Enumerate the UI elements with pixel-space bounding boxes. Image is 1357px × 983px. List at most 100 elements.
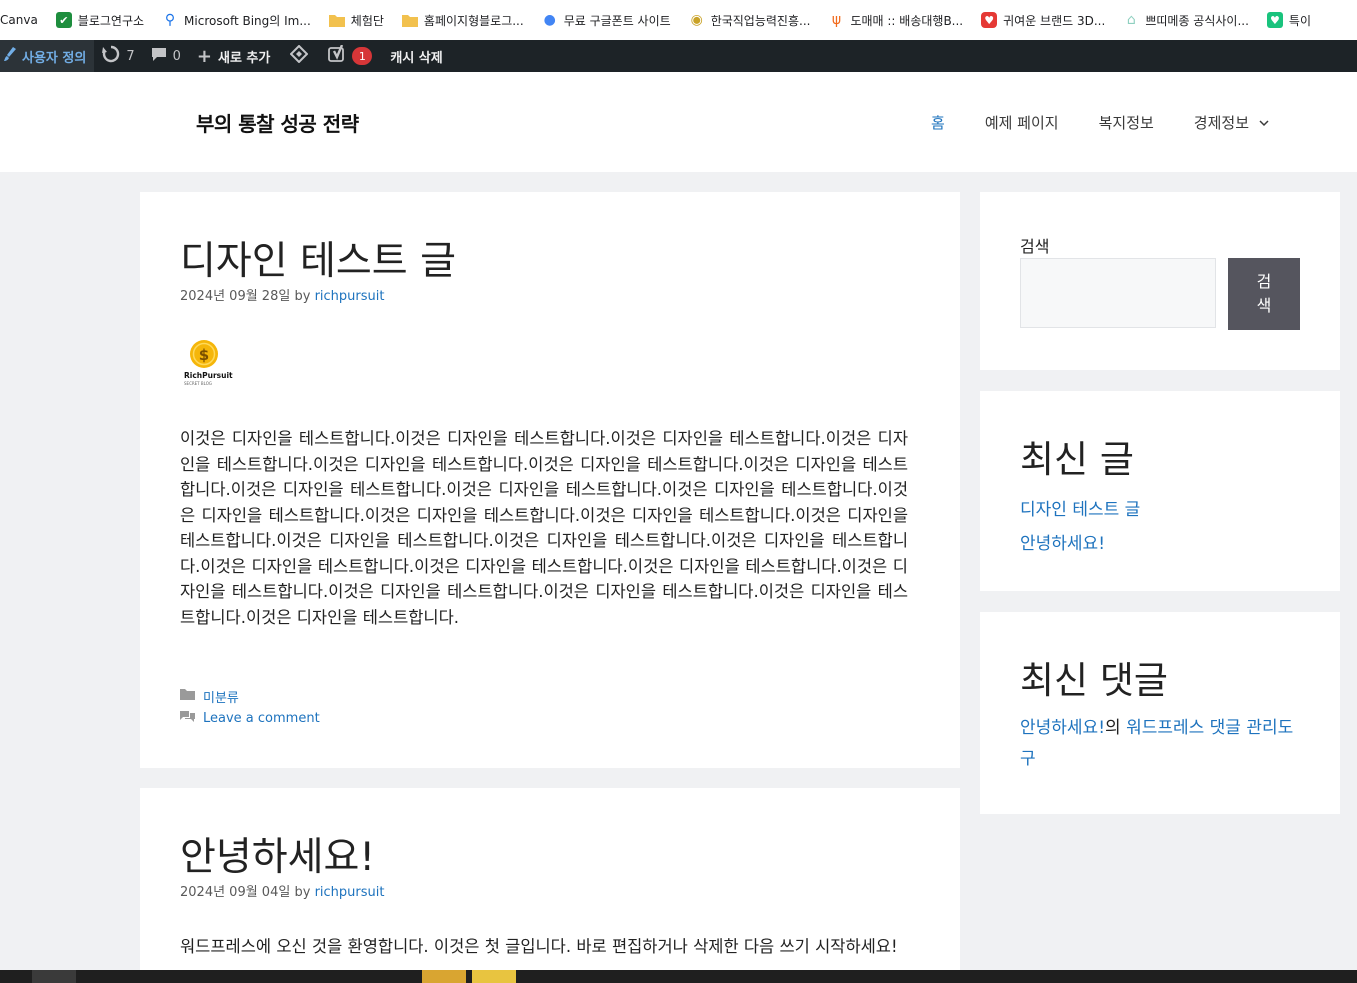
post-body: 이것은 디자인을 테스트합니다.이것은 디자인을 테스트합니다.이것은 디자인을… (180, 429, 908, 627)
bookmark-label: 귀여운 브랜드 3D... (1003, 13, 1106, 28)
bookmark-label: Canva (0, 13, 38, 27)
bookmark-label: 무료 구글폰트 사이트 (563, 13, 671, 28)
nav-item-welfare[interactable]: 복지정보 (1079, 112, 1174, 133)
plus-icon: + (196, 45, 212, 67)
main-navigation: 홈 예제 페이지 복지정보 경제정보 (911, 72, 1289, 172)
recent-post-link[interactable]: 안녕하세요! (1020, 529, 1105, 554)
bookmark-item[interactable]: 홈페이지형블로그... (394, 6, 534, 34)
post-title[interactable]: 디자인 테스트 글 (180, 230, 456, 286)
bookmark-item[interactable]: ♥ 특이 (1259, 6, 1321, 34)
updates-button[interactable]: 7 (94, 40, 142, 72)
bookmarks-bar: Canva ✔ 블로그연구소 ⚲ Microsoft Bing의 Im... 체험단 홈페이… (0, 0, 1357, 41)
post-title[interactable]: 안녕하세요! (180, 826, 375, 882)
taskbar-item[interactable] (422, 970, 466, 983)
comment-bubble-icon (151, 47, 167, 66)
post-card: 디자인 테스트 글 2024년 09월 28일 by richpursuit $… (140, 192, 960, 768)
comment-separator: 의 (1105, 718, 1121, 738)
nav-item-economy[interactable]: 경제정보 (1174, 112, 1289, 133)
bookmark-label: 체험단 (350, 13, 384, 28)
bookmark-label: 홈페이지형블로그... (423, 13, 524, 28)
post-author-link[interactable]: richpursuit (315, 885, 385, 900)
yoast-icon (328, 44, 346, 67)
search-button-label: 검색 (1256, 272, 1272, 315)
logo-subtext: SECRET BLOG (184, 381, 212, 386)
updates-count: 7 (126, 48, 135, 64)
folder-icon (180, 688, 195, 704)
recent-posts-widget: 최신 글 디자인 테스트 글 안녕하세요! (980, 391, 1340, 591)
nav-item-sample-page[interactable]: 예제 페이지 (965, 112, 1079, 133)
post-body: 워드프레스에 오신 것을 환영합니다. 이것은 첫 글입니다. 바로 편집하거나… (180, 937, 898, 956)
check-icon: ✔ (55, 12, 72, 28)
post-footer: 미분류 Leave a comment (180, 685, 320, 729)
comment-post-link[interactable]: 안녕하세요! (1020, 718, 1105, 738)
customize-button[interactable]: 사용자 정의 (0, 40, 95, 72)
taskbar-item[interactable] (32, 970, 76, 983)
seal-icon: ◉ (690, 12, 703, 28)
post-date: 2024년 09월 28일 (180, 289, 291, 304)
taskbar-item[interactable] (472, 970, 516, 983)
bookmark-label: Microsoft Bing의 Im... (184, 13, 311, 28)
folder-icon (401, 12, 418, 28)
post-author-link[interactable]: richpursuit (315, 289, 385, 304)
post-meta: 2024년 09월 28일 by richpursuit (180, 285, 384, 304)
bookmark-item[interactable]: ♥ 귀여운 브랜드 3D... (973, 6, 1115, 34)
bookmark-item[interactable]: ψ 도매매 :: 배송대행B... (820, 6, 973, 34)
post-card: 안녕하세요! 2024년 09월 04일 by richpursuit 워드프레… (140, 788, 960, 970)
nav-item-home[interactable]: 홈 (911, 112, 965, 133)
new-content-label: 새로 추가 (217, 50, 271, 66)
site-title[interactable]: 부의 통찰 성공 전략 (196, 108, 359, 137)
google-icon: ● (543, 12, 556, 28)
category-link[interactable]: 미분류 (203, 687, 239, 706)
bookmark-item[interactable]: ✔ 블로그연구소 (48, 6, 154, 34)
comments-button[interactable]: 0 (143, 40, 189, 72)
diamond-icon (289, 44, 309, 67)
recent-post-link[interactable]: 디자인 테스트 글 (1020, 495, 1140, 520)
logo-text: RichPursuit (184, 371, 233, 380)
clear-cache-label: 캐시 삭제 (390, 50, 443, 66)
refresh-icon (102, 45, 120, 67)
search-icon: ⚲ (164, 12, 176, 28)
post-by: by (294, 289, 311, 304)
comments-count: 0 (172, 48, 181, 64)
bookmark-label: 블로그연구소 (77, 13, 145, 28)
bookmark-label: 특이 (1288, 13, 1312, 28)
bookmark-item[interactable]: ⚲ Microsoft Bing의 Im... (154, 6, 321, 34)
taskbar (0, 970, 1357, 983)
bookmark-item[interactable]: ◉ 한국직업능력진흥... (681, 6, 821, 34)
bookmark-label: 도매매 :: 배송대행B... (850, 13, 964, 28)
search-input[interactable] (1020, 258, 1216, 328)
clear-cache-button[interactable]: 캐시 삭제 (380, 40, 450, 72)
comments-icon (180, 710, 195, 726)
bookmark-item[interactable]: ⌂ 쁘띠메종 공식사이... (1115, 6, 1259, 34)
diamond-menu-button[interactable] (278, 40, 320, 72)
seo-notification-badge: 1 (352, 47, 373, 65)
folder-icon (328, 12, 345, 28)
heart-icon: ♥ (1266, 12, 1283, 28)
chevron-down-icon (1259, 113, 1269, 131)
bookmark-label: 쁘띠메종 공식사이... (1145, 13, 1249, 28)
fork-icon: ψ (831, 12, 842, 28)
svg-text:$: $ (199, 346, 209, 364)
post-date: 2024년 09월 04일 (180, 885, 291, 900)
post-by: by (294, 885, 311, 900)
post-comments: Leave a comment (180, 707, 320, 729)
leave-comment-link[interactable]: Leave a comment (203, 711, 320, 726)
heart-icon: ♥ (981, 12, 998, 28)
site-header: 부의 통찰 성공 전략 홈 예제 페이지 복지정보 경제정보 (0, 72, 1357, 172)
post-meta: 2024년 09월 04일 by richpursuit (180, 881, 384, 900)
bookmark-item[interactable]: Canva (0, 6, 48, 34)
bookmark-item[interactable]: ● 무료 구글폰트 사이트 (534, 6, 681, 34)
bookmark-item[interactable]: 체험단 (321, 6, 394, 34)
seo-menu-button[interactable]: 1 (320, 40, 380, 72)
recent-comments-title: 최신 댓글 (1020, 659, 1168, 702)
recent-comments-widget: 최신 댓글 안녕하세요!의 워드프레스 댓글 관리도구 (980, 612, 1340, 814)
recent-posts-title: 최신 글 (1020, 438, 1134, 481)
search-label: 검색 (1020, 237, 1050, 256)
recent-comment-item: 안녕하세요!의 워드프레스 댓글 관리도구 (1020, 713, 1305, 775)
brush-icon (4, 47, 16, 65)
customize-label: 사용자 정의 (22, 50, 87, 66)
search-button[interactable]: 검색 (1228, 258, 1300, 330)
featured-logo: $ RichPursuit SECRET BLOG (180, 334, 233, 388)
new-content-button[interactable]: + 새로 추가 (189, 40, 278, 72)
nav-item-economy-label: 경제정보 (1193, 113, 1249, 132)
